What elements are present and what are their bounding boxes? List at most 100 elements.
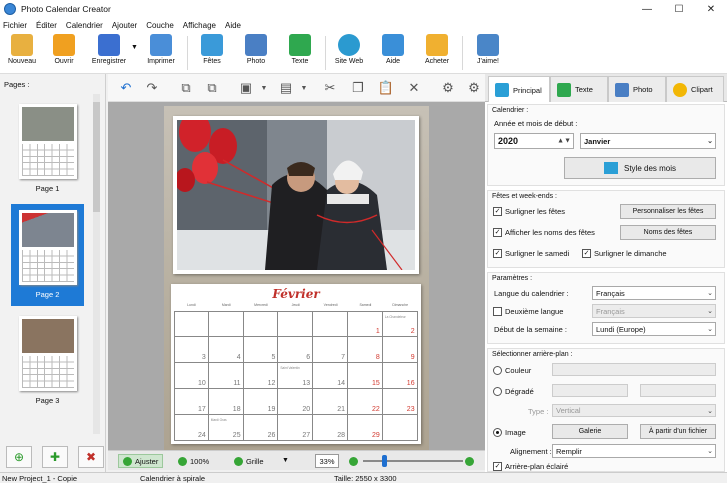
text-button[interactable]: Texte bbox=[278, 34, 322, 65]
day-cell[interactable]: 16 bbox=[382, 363, 418, 389]
day-cell[interactable]: 8 bbox=[348, 337, 383, 363]
zoom-in-icon[interactable] bbox=[465, 457, 474, 466]
day-cell[interactable] bbox=[278, 311, 314, 337]
image-radio[interactable] bbox=[493, 428, 502, 437]
day-cell[interactable]: 7 bbox=[313, 337, 348, 363]
day-cell[interactable]: 4 bbox=[208, 337, 244, 363]
holiday-names-button[interactable]: Noms des fêtes bbox=[620, 225, 716, 240]
highlight-sunday-checkbox[interactable]: ✓ bbox=[582, 249, 591, 258]
open-button[interactable]: Ouvrir bbox=[42, 34, 86, 65]
delete-icon[interactable]: ✕ bbox=[404, 79, 424, 97]
calendar-grid[interactable]: Février Lundi Mardi Mercredi Jeudi Vendredi S… bbox=[171, 284, 421, 444]
undo-icon[interactable]: ↶ bbox=[116, 79, 136, 97]
tab-texte[interactable]: Texte bbox=[550, 76, 608, 102]
show-holiday-names-checkbox[interactable]: ✓ bbox=[493, 228, 502, 237]
day-cell[interactable]: 15 bbox=[348, 363, 383, 389]
day-cell[interactable] bbox=[208, 311, 244, 337]
day-cell[interactable]: 25 Mardi Gras bbox=[208, 415, 244, 441]
day-cell[interactable]: 12 bbox=[243, 363, 279, 389]
day-cell[interactable]: 17 bbox=[174, 389, 209, 415]
day-cell[interactable]: 19 bbox=[243, 389, 279, 415]
close-button[interactable]: ✕ bbox=[695, 0, 727, 18]
menu-affichage[interactable]: Affichage bbox=[183, 21, 216, 30]
photo-frame[interactable] bbox=[173, 116, 419, 274]
color-radio[interactable] bbox=[493, 366, 502, 375]
day-cell[interactable] bbox=[243, 311, 279, 337]
zoom-slider[interactable] bbox=[363, 460, 463, 462]
day-cell[interactable]: 14 bbox=[313, 363, 348, 389]
from-file-button[interactable]: À partir d'un fichier bbox=[640, 424, 716, 439]
day-cell[interactable]: 13 Saint Valentin bbox=[278, 363, 314, 389]
day-cell[interactable] bbox=[313, 311, 348, 337]
day-cell[interactable]: 1 bbox=[348, 311, 383, 337]
highlight-saturday-checkbox[interactable]: ✓ bbox=[493, 249, 502, 258]
save-dropdown-arrow[interactable]: ▼ bbox=[131, 44, 138, 51]
calendar-language-select[interactable]: Français ⌄ bbox=[592, 286, 716, 300]
align-dropdown-icon[interactable]: ▼ bbox=[254, 79, 274, 97]
lighten-background-checkbox[interactable]: ✓ bbox=[493, 462, 502, 471]
day-cell[interactable]: 23 bbox=[382, 389, 418, 415]
menu-calendrier[interactable]: Calendrier bbox=[66, 21, 103, 30]
add-page-button[interactable]: ⊕ bbox=[6, 446, 32, 468]
properties-icon[interactable]: ⚙ bbox=[438, 79, 458, 97]
menu-editer[interactable]: Éditer bbox=[36, 21, 57, 30]
delete-page-button[interactable]: ✖ bbox=[78, 446, 104, 468]
grid-button[interactable]: Grille bbox=[234, 454, 264, 468]
day-cell[interactable]: 24 bbox=[174, 415, 209, 441]
photo-button[interactable]: Photo bbox=[234, 34, 278, 65]
zoom-slider-handle[interactable] bbox=[382, 455, 387, 467]
calendar-page[interactable]: Février Lundi Mardi Mercredi Jeudi Vendredi S… bbox=[164, 106, 429, 450]
day-cell[interactable]: 20 bbox=[278, 389, 314, 415]
second-language-checkbox[interactable] bbox=[493, 307, 502, 316]
year-spinner-icon[interactable]: ▲▼ bbox=[557, 138, 571, 145]
redo-icon[interactable]: ↷ bbox=[142, 79, 162, 97]
week-start-select[interactable]: Lundi (Europe) ⌄ bbox=[592, 322, 716, 336]
distribute-dropdown-icon[interactable]: ▼ bbox=[294, 79, 314, 97]
tab-principal[interactable]: Principal bbox=[488, 76, 550, 103]
highlight-holidays-checkbox[interactable]: ✓ bbox=[493, 207, 502, 216]
pages-scrollbar[interactable] bbox=[93, 94, 100, 434]
help-button[interactable]: Aide bbox=[371, 34, 415, 65]
grid-dropdown-icon[interactable]: ▼ bbox=[282, 457, 289, 464]
page-thumbnail-3[interactable]: Page 3 bbox=[11, 310, 84, 412]
new-button[interactable]: Nouveau bbox=[0, 34, 44, 65]
customize-holidays-button[interactable]: Personnaliser les fêtes bbox=[620, 204, 716, 219]
insert-page-button[interactable]: ✚ bbox=[42, 446, 68, 468]
distribute-icon[interactable]: ▤ bbox=[276, 79, 296, 97]
fit-button[interactable]: Ajuster bbox=[118, 454, 164, 468]
buy-button[interactable]: Acheter bbox=[415, 34, 459, 65]
paste-icon[interactable]: 📋 bbox=[376, 79, 396, 97]
maximize-button[interactable]: ☐ bbox=[663, 0, 695, 18]
bring-forward-icon[interactable]: ⧉ bbox=[176, 79, 196, 97]
align-icon[interactable]: ▣ bbox=[236, 79, 256, 97]
menu-fichier[interactable]: Fichier bbox=[3, 21, 27, 30]
menu-couche[interactable]: Couche bbox=[146, 21, 174, 30]
website-button[interactable]: Site Web bbox=[327, 34, 371, 65]
tab-clipart[interactable]: Clipart bbox=[666, 76, 724, 102]
day-cell[interactable]: 3 bbox=[174, 337, 209, 363]
zoom-out-icon[interactable] bbox=[349, 457, 358, 466]
day-cell[interactable]: 6 bbox=[278, 337, 314, 363]
zoom-level-input[interactable]: 33% bbox=[315, 454, 339, 468]
year-field[interactable]: 2020 ▲▼ bbox=[494, 133, 574, 149]
day-cell[interactable]: 28 bbox=[313, 415, 348, 441]
tab-photo[interactable]: Photo bbox=[608, 76, 666, 102]
settings-icon[interactable]: ⚙ bbox=[464, 79, 484, 97]
month-style-button[interactable]: Style des mois bbox=[564, 157, 716, 179]
copy-icon[interactable]: ❐ bbox=[348, 79, 368, 97]
save-button[interactable]: Enregistrer bbox=[87, 34, 131, 65]
day-cell[interactable]: 27 bbox=[278, 415, 314, 441]
day-cell[interactable]: 2 La Chandeleur bbox=[382, 311, 418, 337]
send-backward-icon[interactable]: ⧉ bbox=[202, 79, 222, 97]
day-cell[interactable] bbox=[174, 311, 209, 337]
alignment-select[interactable]: Remplir ⌄ bbox=[552, 444, 716, 458]
holidays-button[interactable]: Fêtes bbox=[190, 34, 234, 65]
day-cell[interactable]: 9 bbox=[382, 337, 418, 363]
day-cell[interactable]: 29 bbox=[348, 415, 383, 441]
day-cell[interactable]: 5 bbox=[243, 337, 279, 363]
gradient-radio[interactable] bbox=[493, 387, 502, 396]
menu-aide[interactable]: Aide bbox=[225, 21, 241, 30]
like-button[interactable]: J'aime! bbox=[466, 34, 510, 65]
day-cell[interactable]: 22 bbox=[348, 389, 383, 415]
day-cell[interactable]: 10 bbox=[174, 363, 209, 389]
